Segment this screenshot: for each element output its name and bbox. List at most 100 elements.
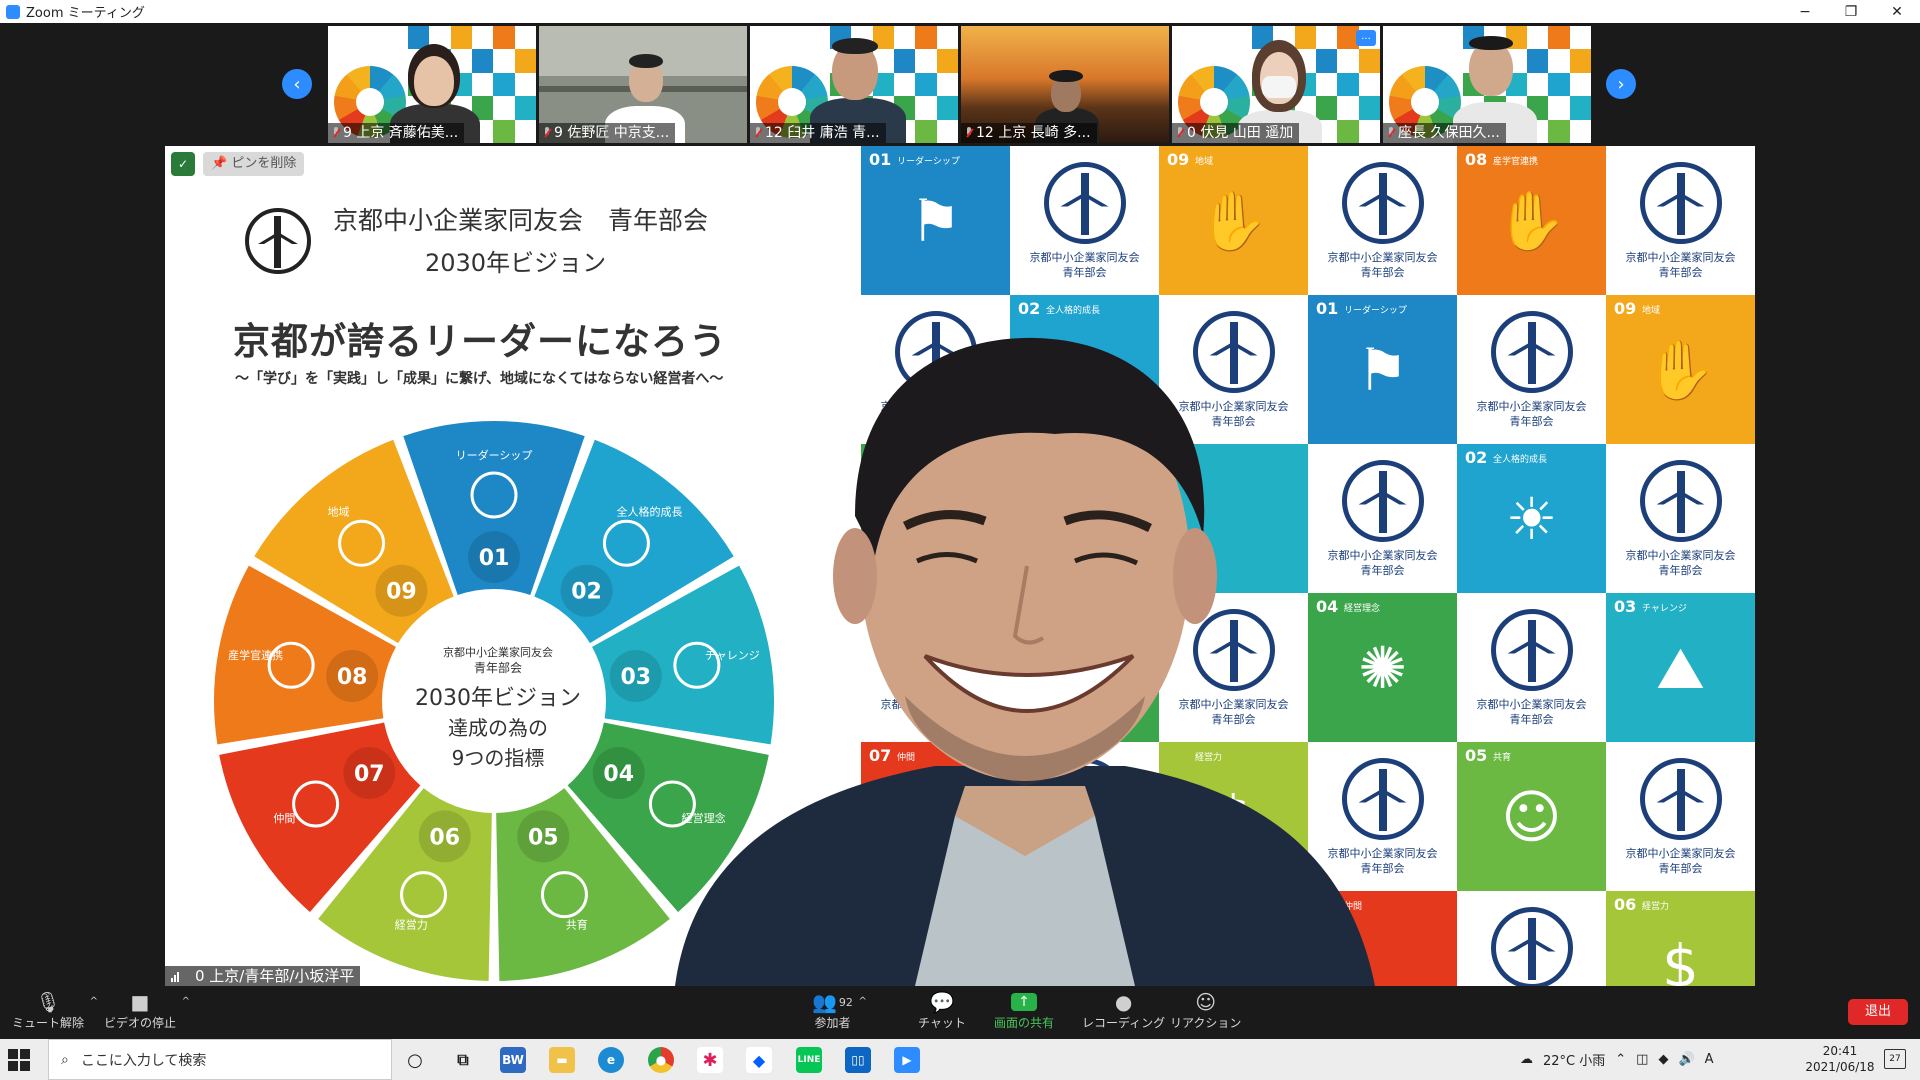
share-screen-label: 画面の共有 xyxy=(994,1016,1055,1030)
goal-tile-number: 09 xyxy=(1614,299,1637,318)
participant-name-label: 0 伏見 山田 遥加 xyxy=(1172,123,1300,143)
share-screen-button[interactable]: ↑ 画面の共有 xyxy=(994,990,1054,1031)
goal-tile-05: 05 共育 ☺ xyxy=(1457,742,1606,891)
reactions-button[interactable]: ☺ リアクション xyxy=(1170,990,1241,1031)
chat-button[interactable]: 💬 チャット xyxy=(918,990,966,1031)
goal-tile-number: 09 xyxy=(1167,150,1190,169)
muted-mic-icon xyxy=(965,127,973,139)
line-app-icon[interactable]: LINE xyxy=(796,1047,822,1073)
previous-page-button[interactable]: ‹ xyxy=(282,69,312,99)
goal-tile-number: 05 xyxy=(1465,746,1488,765)
goal-tile-number: 03 xyxy=(1614,597,1637,616)
dropbox-icon[interactable]: ◆ xyxy=(746,1047,772,1073)
close-button[interactable]: ✕ xyxy=(1874,0,1920,23)
zoom-window: Zoom ミーティング − ❐ ✕ ▦ 表示 ‹ › 9 上京 斉藤佑美... xyxy=(0,0,1920,1080)
goal-tile-label: 全人格的成長 xyxy=(1046,306,1101,316)
audio-options-caret[interactable]: ^ xyxy=(90,996,98,1007)
goal-tile-label: 共育 xyxy=(1493,753,1512,763)
wheel-center-sub: 青年部会 xyxy=(473,661,522,675)
wheel-number: 08 xyxy=(337,665,368,690)
goal-pictogram-icon: ☀ xyxy=(1505,484,1558,553)
goal-tile-09: 09 地域 ✋ xyxy=(1606,295,1755,444)
stop-video-button[interactable]: ■ ビデオの停止 ^ xyxy=(104,990,190,1031)
video-options-caret[interactable]: ^ xyxy=(182,996,190,1007)
file-explorer-icon[interactable]: ▬ xyxy=(549,1047,575,1073)
signal-bars-icon xyxy=(171,970,179,982)
goal-tile-03: 03 チャレンジ ⛰ xyxy=(1606,593,1755,742)
trello-icon[interactable]: ▯▯ xyxy=(845,1047,871,1073)
wheel-number: 07 xyxy=(354,762,385,787)
security-shield-icon[interactable]: ✓ xyxy=(171,152,195,176)
minimize-button[interactable]: − xyxy=(1782,0,1828,23)
org-emblem-icon xyxy=(1490,906,1573,986)
org-logo-tile: 京都中小企業家同友会青年部会 xyxy=(1606,146,1755,295)
task-view-icon[interactable]: ⧉ xyxy=(450,1047,476,1073)
goal-pictogram-icon: ⚑ xyxy=(909,186,962,255)
participants-icon: 👥 92 xyxy=(812,990,853,1014)
participant-video-1[interactable]: 9 上京 斉藤佑美... xyxy=(328,26,536,143)
chevron-up-icon[interactable]: ⌃ xyxy=(1615,1052,1626,1067)
org-logo-tile: 京都中小企業家同友会青年部会 xyxy=(1308,146,1457,295)
goal-pictogram-icon: $ xyxy=(1662,931,1699,987)
chevron-left-icon: ‹ xyxy=(293,73,301,95)
bw-app-icon[interactable]: BW xyxy=(500,1047,526,1073)
network-icon[interactable]: ◫ xyxy=(1636,1052,1648,1067)
edge-browser-icon[interactable]: e xyxy=(598,1047,624,1073)
chrome-browser-icon[interactable]: ● xyxy=(648,1047,674,1073)
next-page-button[interactable]: › xyxy=(1606,69,1636,99)
title-bar: Zoom ミーティング − ❐ ✕ xyxy=(0,0,1920,23)
goal-pictogram-icon: ✋ xyxy=(1644,335,1717,404)
goal-pictogram-icon: ✋ xyxy=(1495,186,1568,255)
participant-video-3[interactable]: 12 臼井 庸浩 青... xyxy=(750,26,958,143)
org-logo-tile: 京都中小企業家同友会青年部会 xyxy=(1010,146,1159,295)
more-options-button[interactable]: ... xyxy=(1356,30,1376,46)
org-emblem-icon xyxy=(1639,757,1722,840)
slack-icon[interactable]: ✱ xyxy=(697,1047,723,1073)
speaker-volume-icon[interactable]: 🔊 xyxy=(1678,1052,1694,1067)
muted-mic-icon xyxy=(1176,127,1184,139)
org-logo-tile: 京都中小企業家同友会青年部会 xyxy=(1606,742,1755,891)
wheel-number: 09 xyxy=(386,580,417,605)
org-logo-text: 京都中小企業家同友会青年部会 xyxy=(1476,399,1587,428)
unpin-button[interactable]: 📌 ピンを削除 xyxy=(203,152,305,176)
wheel-number: 05 xyxy=(528,825,559,850)
wheel-number: 04 xyxy=(603,762,634,787)
taskbar-search-box[interactable]: ⌕ ここに入力して検索 xyxy=(48,1039,392,1080)
notification-center-button[interactable]: 27 xyxy=(1884,1049,1906,1069)
participant-video-2[interactable]: 9 佐野匠 中京支... xyxy=(539,26,747,143)
org-logo-text: 京都中小企業家同友会青年部会 xyxy=(1029,250,1140,279)
video-camera-icon: ■ xyxy=(130,990,150,1014)
participant-video-5[interactable]: ... 0 伏見 山田 遥加 xyxy=(1172,26,1380,143)
muted-mic-icon xyxy=(1387,127,1395,139)
goal-pictogram-icon: ⛰ xyxy=(1656,633,1705,702)
zoom-taskbar-icon[interactable]: ▶ xyxy=(894,1047,920,1073)
wheel-center-goal-line2: 9つの指標 xyxy=(451,746,545,770)
cortana-icon[interactable]: ○ xyxy=(402,1047,428,1073)
goal-tile-number: 01 xyxy=(869,150,892,169)
leave-meeting-button[interactable]: 退出 xyxy=(1848,999,1908,1025)
participants-button[interactable]: 👥 92 参加者 ^ xyxy=(812,990,867,1031)
org-emblem-icon xyxy=(1490,608,1573,691)
muted-mic-icon xyxy=(754,127,762,139)
chevron-right-icon: › xyxy=(1617,73,1625,95)
ime-indicator[interactable]: A xyxy=(1705,1052,1714,1067)
dropbox-tray-icon[interactable]: ◆ xyxy=(1658,1052,1668,1067)
taskbar-search-placeholder: ここに入力して検索 xyxy=(80,1052,207,1069)
windows-start-button[interactable] xyxy=(8,1049,30,1071)
record-button[interactable]: ● レコーディング xyxy=(1082,990,1165,1031)
participant-video-4[interactable]: 12 上京 長崎 多... xyxy=(961,26,1169,143)
taskbar-clock[interactable]: 20:41 2021/06/18 xyxy=(1800,1043,1880,1075)
goal-tile-06: 06 経営力 $ xyxy=(1606,891,1755,986)
wheel-number: 01 xyxy=(479,546,510,571)
unmute-button[interactable]: 🎙 ミュート解除 ^ xyxy=(12,990,98,1031)
org-logo-tile: 京都中小企業家同友会青年部会 xyxy=(1457,891,1606,986)
participant-video-6[interactable]: 座長 久保田久... xyxy=(1383,26,1591,143)
wheel-number: 03 xyxy=(620,665,651,690)
wheel-label: 仲間 xyxy=(273,811,295,825)
participants-options-caret[interactable]: ^ xyxy=(859,996,867,1007)
goal-tile-label: 地域 xyxy=(1195,157,1214,167)
muted-microphone-icon: 🎙 xyxy=(35,990,61,1014)
weather-text[interactable]: 22°C 小雨 xyxy=(1543,1050,1605,1069)
goal-tile-number: 08 xyxy=(1465,150,1488,169)
restore-button[interactable]: ❐ xyxy=(1828,0,1874,23)
